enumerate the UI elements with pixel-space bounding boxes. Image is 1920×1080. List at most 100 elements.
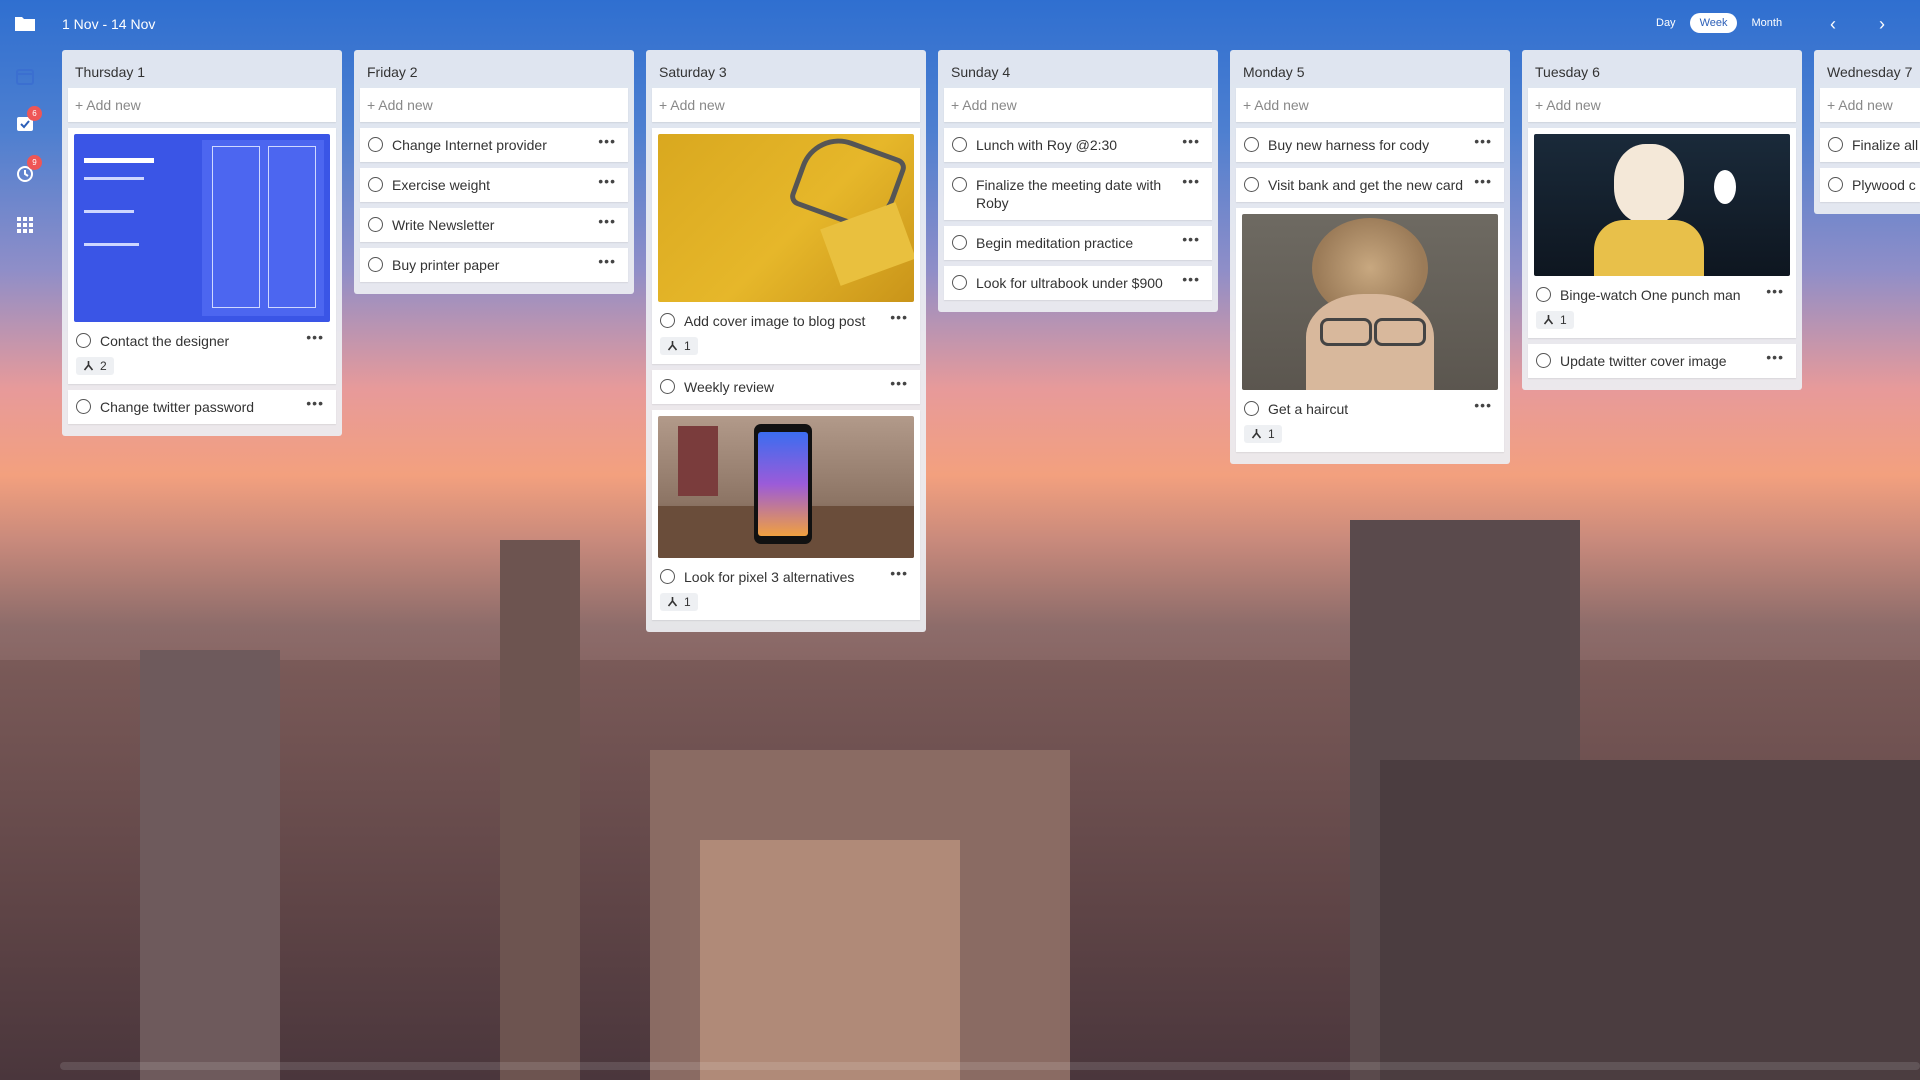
task-title: Contact the designer	[100, 333, 230, 349]
card-cover-image	[658, 134, 914, 302]
task-title: Get a haircut	[1268, 401, 1349, 417]
card-cover-image	[658, 416, 914, 558]
task-checkbox[interactable]	[660, 379, 675, 394]
day-column-saturday: Saturday 3 + Add new Add cover image to …	[646, 50, 926, 632]
date-range-label: 1 Nov - 14 Nov	[62, 16, 156, 32]
task-checkbox[interactable]	[1244, 177, 1259, 192]
task-checkbox[interactable]	[1828, 137, 1843, 152]
more-options-icon[interactable]: •••	[1474, 174, 1492, 188]
task-checkbox[interactable]	[76, 333, 91, 348]
task-card[interactable]: Buy printer paper •••	[360, 248, 628, 282]
add-new-button[interactable]: + Add new	[1820, 88, 1920, 122]
more-options-icon[interactable]: •••	[1182, 134, 1200, 148]
more-options-icon[interactable]: •••	[1766, 284, 1784, 298]
view-week-button[interactable]: Week	[1689, 13, 1738, 33]
task-checkbox[interactable]	[1244, 137, 1259, 152]
view-month-button[interactable]: Month	[1741, 13, 1792, 33]
more-options-icon[interactable]: •••	[1182, 232, 1200, 246]
task-title: Exercise weight	[392, 177, 491, 193]
more-options-icon[interactable]: •••	[890, 376, 908, 390]
next-arrow-icon[interactable]: ›	[1872, 14, 1892, 34]
task-checkbox[interactable]	[1536, 353, 1551, 368]
task-card[interactable]: Add cover image to blog post ••• 1	[652, 128, 920, 364]
add-new-button[interactable]: + Add new	[1236, 88, 1504, 122]
subtask-icon	[667, 341, 678, 351]
subtask-count-value: 1	[684, 339, 691, 353]
task-card[interactable]: Change twitter password •••	[68, 390, 336, 424]
task-checkbox[interactable]	[368, 257, 383, 272]
more-options-icon[interactable]: •••	[1474, 134, 1492, 148]
task-title: Begin meditation practice	[976, 235, 1134, 251]
day-column-tuesday: Tuesday 6 + Add new Binge-watch One punc…	[1522, 50, 1802, 390]
task-card[interactable]: Contact the designer ••• 2	[68, 128, 336, 384]
task-card[interactable]: Plywood c	[1820, 168, 1920, 202]
column-title: Wednesday 7	[1827, 64, 1913, 80]
more-options-icon[interactable]: •••	[890, 310, 908, 324]
day-column-thursday: Thursday 1 + Add new Contact the designe…	[62, 50, 342, 436]
task-card[interactable]: Begin meditation practice •••	[944, 226, 1212, 260]
more-options-icon[interactable]: •••	[598, 214, 616, 228]
task-title: Visit bank and get the new card	[1268, 177, 1464, 193]
more-options-icon[interactable]: •••	[1182, 174, 1200, 188]
add-new-button[interactable]: + Add new	[652, 88, 920, 122]
more-options-icon[interactable]: •••	[598, 134, 616, 148]
more-options-icon[interactable]: •••	[306, 396, 324, 410]
folder-icon[interactable]	[14, 14, 36, 32]
more-options-icon[interactable]: •••	[598, 254, 616, 268]
task-checkbox[interactable]	[952, 275, 967, 290]
more-options-icon[interactable]: •••	[890, 566, 908, 580]
task-title: Buy printer paper	[392, 257, 500, 273]
horizontal-scrollbar[interactable]	[60, 1062, 1920, 1070]
task-checkbox[interactable]	[660, 569, 675, 584]
task-card[interactable]: Finalize all	[1820, 128, 1920, 162]
inbox-icon[interactable]: 6	[14, 106, 42, 135]
task-card[interactable]: Visit bank and get the new card •••	[1236, 168, 1504, 202]
task-card[interactable]: Finalize the meeting date with Roby •••	[944, 168, 1212, 220]
task-checkbox[interactable]	[952, 235, 967, 250]
task-title: Change twitter password	[100, 399, 255, 415]
task-card[interactable]: Exercise weight •••	[360, 168, 628, 202]
task-checkbox[interactable]	[368, 177, 383, 192]
more-options-icon[interactable]: •••	[1474, 398, 1492, 412]
task-checkbox[interactable]	[952, 137, 967, 152]
task-card[interactable]: Get a haircut ••• 1	[1236, 208, 1504, 452]
task-checkbox[interactable]	[660, 313, 675, 328]
task-card[interactable]: Write Newsletter •••	[360, 208, 628, 242]
add-new-button[interactable]: + Add new	[1528, 88, 1796, 122]
task-card[interactable]: Lunch with Roy @2:30 •••	[944, 128, 1212, 162]
task-card[interactable]: Weekly review •••	[652, 370, 920, 404]
prev-arrow-icon[interactable]: ‹	[1823, 14, 1843, 34]
task-title: Look for ultrabook under $900	[976, 275, 1163, 291]
task-checkbox[interactable]	[952, 177, 967, 192]
task-checkbox[interactable]	[1828, 177, 1843, 192]
add-new-button[interactable]: + Add new	[360, 88, 628, 122]
task-card[interactable]: Binge-watch One punch man ••• 1	[1528, 128, 1796, 338]
task-checkbox[interactable]	[1244, 401, 1259, 416]
view-day-button[interactable]: Day	[1646, 13, 1686, 33]
more-options-icon[interactable]: •••	[1766, 350, 1784, 364]
task-card[interactable]: Look for ultrabook under $900 •••	[944, 266, 1212, 300]
task-title: Look for pixel 3 alternatives	[684, 569, 855, 585]
task-checkbox[interactable]	[368, 217, 383, 232]
task-card[interactable]: Change Internet provider •••	[360, 128, 628, 162]
task-card[interactable]: Look for pixel 3 alternatives ••• 1	[652, 410, 920, 620]
task-card[interactable]: Update twitter cover image •••	[1528, 344, 1796, 378]
calendar-icon[interactable]	[14, 65, 36, 87]
task-title: Finalize the meeting date with Roby	[976, 177, 1162, 211]
task-title: Add cover image to blog post	[684, 313, 866, 329]
more-options-icon[interactable]: •••	[306, 330, 324, 344]
add-new-button[interactable]: + Add new	[68, 88, 336, 122]
task-checkbox[interactable]	[76, 399, 91, 414]
task-card[interactable]: Buy new harness for cody •••	[1236, 128, 1504, 162]
apps-grid-icon[interactable]	[14, 214, 36, 236]
view-toggle: Day Week Month	[1646, 13, 1792, 33]
subtask-icon	[667, 597, 678, 607]
more-options-icon[interactable]: •••	[1182, 272, 1200, 286]
subtask-icon	[83, 361, 94, 371]
more-options-icon[interactable]: •••	[598, 174, 616, 188]
add-new-button[interactable]: + Add new	[944, 88, 1212, 122]
task-checkbox[interactable]	[1536, 287, 1551, 302]
history-icon[interactable]: 9	[14, 155, 42, 184]
task-title: Change Internet provider	[392, 137, 547, 153]
task-checkbox[interactable]	[368, 137, 383, 152]
